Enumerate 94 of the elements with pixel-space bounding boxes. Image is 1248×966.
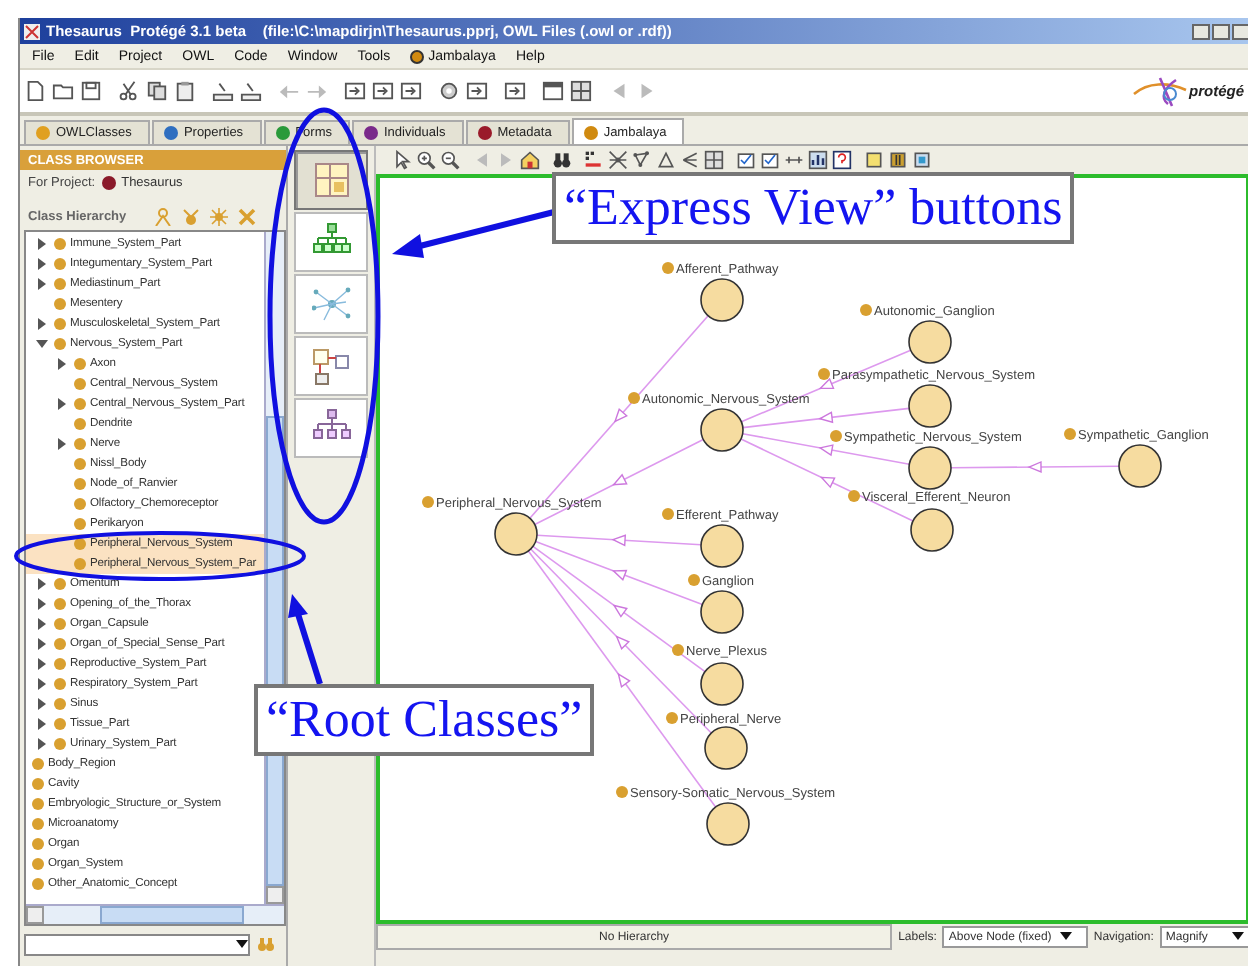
class-icon (818, 368, 830, 380)
class-icon (672, 644, 684, 656)
callout-label: “Root Classes” (254, 684, 595, 756)
maximize-button[interactable] (1212, 23, 1230, 39)
zoom-in-icon[interactable] (416, 150, 436, 170)
help-icon[interactable] (832, 150, 852, 170)
class-icon (662, 508, 674, 520)
expand-arrow-icon[interactable] (36, 258, 48, 270)
expand-arrow-icon[interactable] (36, 698, 48, 710)
scissors-icon[interactable] (118, 80, 140, 102)
close-button[interactable] (1232, 23, 1248, 39)
tree-layout-icon[interactable] (656, 150, 676, 170)
binoculars-icon[interactable] (552, 150, 572, 170)
grid-layout-icon (311, 160, 351, 200)
minimize-button[interactable] (1192, 23, 1210, 39)
copy-icon[interactable] (146, 80, 168, 102)
class-icon (628, 392, 640, 404)
expand-arrow-icon[interactable] (56, 438, 68, 450)
box-icon[interactable] (504, 80, 526, 102)
class-icon (1064, 428, 1076, 440)
dropdown-caret-icon[interactable] (1059, 932, 1072, 942)
flow-diagram-icon (311, 346, 351, 386)
network-icon[interactable] (632, 150, 652, 170)
class-icon (830, 430, 842, 442)
box-icon[interactable] (466, 80, 488, 102)
class-node[interactable] (700, 524, 744, 568)
class-icon (666, 712, 678, 724)
zoom-out-icon[interactable] (440, 150, 460, 170)
checklist-icon[interactable] (736, 150, 756, 170)
window-icon[interactable] (542, 80, 564, 102)
grid-icon[interactable] (570, 80, 592, 102)
expand-arrow-icon[interactable] (56, 398, 68, 410)
class-node[interactable] (700, 590, 744, 634)
home-icon[interactable] (520, 150, 540, 170)
class-node[interactable] (910, 508, 954, 552)
square-icon[interactable] (864, 150, 884, 170)
class-node[interactable] (908, 384, 952, 428)
radial-graph-icon (311, 284, 351, 324)
app-icon (24, 23, 40, 39)
expand-arrow-icon[interactable] (56, 358, 68, 370)
folder-icon[interactable] (52, 80, 74, 102)
square-icon[interactable] (888, 150, 908, 170)
expand-arrow-icon[interactable] (36, 318, 48, 330)
box-icon[interactable] (372, 80, 394, 102)
callout-label: “Express View” buttons (552, 172, 1075, 244)
class-node[interactable] (700, 662, 744, 706)
expand-arrow-icon[interactable] (36, 598, 48, 610)
expand-arrow-icon[interactable] (36, 638, 48, 650)
cursor-icon[interactable] (392, 150, 412, 170)
expand-arrow-icon[interactable] (36, 738, 48, 750)
dropdown-caret-icon[interactable] (1232, 932, 1244, 942)
radial-layout-icon[interactable] (608, 150, 628, 170)
class-icon (616, 786, 628, 798)
class-node[interactable] (700, 278, 744, 322)
expand-arrow-icon[interactable] (36, 618, 48, 630)
class-node[interactable] (908, 320, 952, 364)
grid-icon[interactable] (704, 150, 724, 170)
tray-icon[interactable] (240, 80, 262, 102)
paste-icon[interactable] (174, 80, 196, 102)
class-node[interactable] (908, 446, 952, 490)
class-node[interactable] (494, 512, 538, 556)
box-icon[interactable] (400, 80, 422, 102)
expand-arrow-icon[interactable] (36, 238, 48, 250)
chart-icon[interactable] (808, 150, 828, 170)
class-icon (662, 262, 674, 274)
save-icon[interactable] (80, 80, 102, 102)
callout-arrow (288, 594, 323, 685)
class-icon (688, 574, 700, 586)
document-icon[interactable] (24, 80, 46, 102)
class-node[interactable] (704, 726, 748, 770)
expand-arrow-icon[interactable] (36, 678, 48, 690)
dropdown-caret-icon[interactable] (236, 939, 248, 949)
class-node[interactable] (1118, 444, 1162, 488)
box-icon[interactable] (344, 80, 366, 102)
expand-arrow-icon[interactable] (36, 658, 48, 670)
horizontal-tree-icon[interactable] (680, 150, 700, 170)
square-icon[interactable] (912, 150, 932, 170)
scrollbar[interactable] (26, 904, 284, 924)
express-view-button[interactable] (294, 150, 368, 210)
class-icon (860, 304, 872, 316)
express-view-button[interactable] (294, 398, 368, 458)
express-view-button[interactable] (294, 336, 368, 396)
expand-arrow-icon[interactable] (36, 578, 48, 590)
expand-arrow-icon[interactable] (36, 718, 48, 730)
class-icon (848, 490, 860, 502)
class-node[interactable] (700, 408, 744, 452)
tray-icon[interactable] (212, 80, 234, 102)
class-node[interactable] (706, 802, 750, 846)
class-icon (422, 496, 434, 508)
project-icon (101, 175, 116, 189)
checklist-icon[interactable] (760, 150, 780, 170)
collapse-arrow-icon[interactable] (36, 338, 48, 350)
expand-arrow-icon[interactable] (36, 278, 48, 290)
dots-grid-icon[interactable] (584, 150, 604, 170)
